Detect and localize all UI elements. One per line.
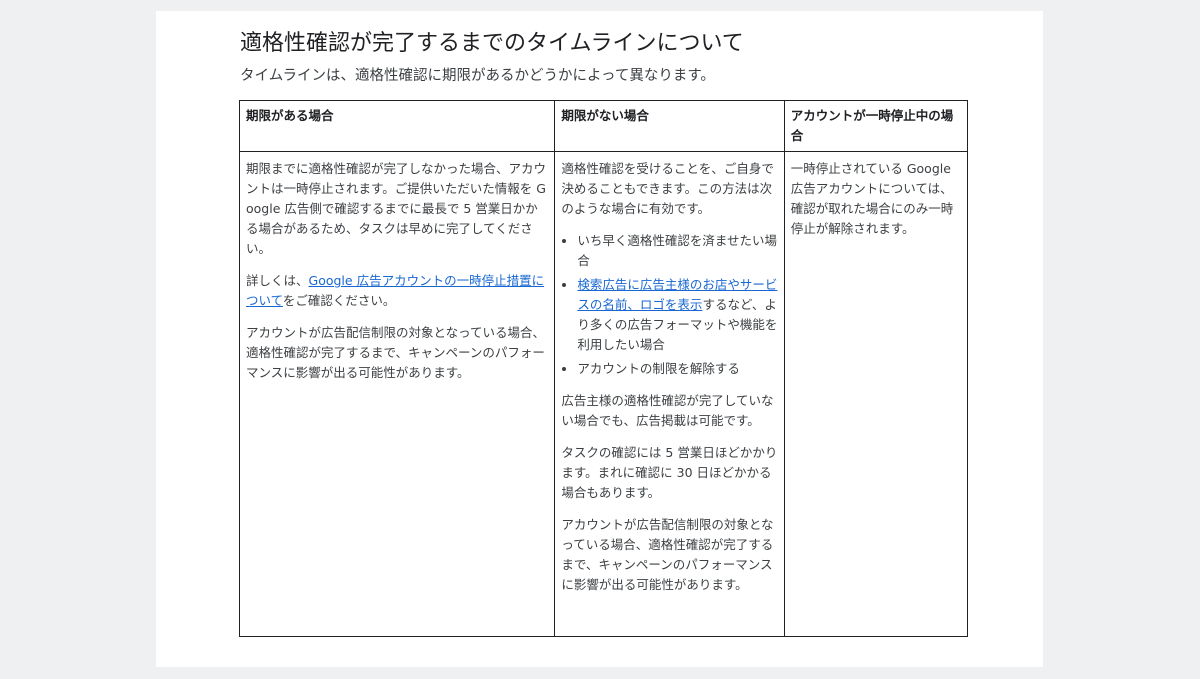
page-subtitle: タイムラインは、適格性確認に期限があるかどうかによって異なります。: [240, 68, 715, 84]
paragraph-with-link: 詳しくは、Google 広告アカウントの一時停止措置についてをご確認ください。: [246, 271, 548, 311]
timeline-table: 期限がある場合 期限がない場合 アカウントが一時停止中の場合 期限までに適格性確…: [238, 100, 969, 637]
header-account-suspended: アカウントが一時停止中の場合: [783, 100, 969, 152]
paragraph: アカウントが広告配信制限の対象となっている場合、適格性確認が完了するまで、キャン…: [246, 325, 546, 380]
list-item: いち早く適格性確認を済ませたい場合: [577, 231, 777, 271]
text: をご確認ください。: [282, 293, 396, 308]
table-row: 期限までに適格性確認が完了しなかった場合、アカウントは一時停止されます。ご提供い…: [238, 151, 969, 637]
paragraph: 広告主様の適格性確認が完了していない場合でも、広告掲載は可能です。: [561, 393, 774, 428]
paragraph: タスクの確認には 5 営業日ほどかかります。まれに確認に 30 日ほどかかる場合…: [561, 445, 778, 500]
content-card: 適格性確認が完了するまでのタイムラインについて タイムラインは、適格性確認に期限…: [156, 11, 1043, 667]
paragraph: 適格性確認を受けることを、ご自身で決めることもできます。この方法は次のような場合…: [561, 161, 774, 216]
list-item: アカウントの制限を解除する: [577, 359, 777, 379]
cell-without-deadline: 適格性確認を受けることを、ご自身で決めることもできます。この方法は次のような場合…: [554, 151, 785, 637]
list-item: 検索広告に広告主様のお店やサービスの名前、ロゴを表示するなど、より多くの広告フォ…: [577, 275, 777, 355]
paragraph: 一時停止されている Google 広告アカウントについては、確認が取れた場合にの…: [790, 161, 954, 236]
header-with-deadline: 期限がある場合: [238, 100, 556, 152]
cell-with-deadline: 期限までに適格性確認が完了しなかった場合、アカウントは一時停止されます。ご提供い…: [238, 151, 556, 637]
paragraph: 期限までに適格性確認が完了しなかった場合、アカウントは一時停止されます。ご提供い…: [246, 161, 547, 256]
bullet-list: いち早く適格性確認を済ませたい場合 検索広告に広告主様のお店やサービスの名前、ロ…: [561, 231, 777, 379]
text: 詳しくは、: [246, 273, 309, 288]
table-header-row: 期限がある場合 期限がない場合 アカウントが一時停止中の場合: [238, 100, 969, 152]
paragraph: アカウントが広告配信制限の対象となっている場合、適格性確認が完了するまで、キャン…: [561, 517, 774, 592]
page-title: 適格性確認が完了するまでのタイムラインについて: [240, 31, 744, 56]
header-without-deadline: 期限がない場合: [554, 100, 785, 152]
cell-account-suspended: 一時停止されている Google 広告アカウントについては、確認が取れた場合にの…: [783, 151, 969, 637]
